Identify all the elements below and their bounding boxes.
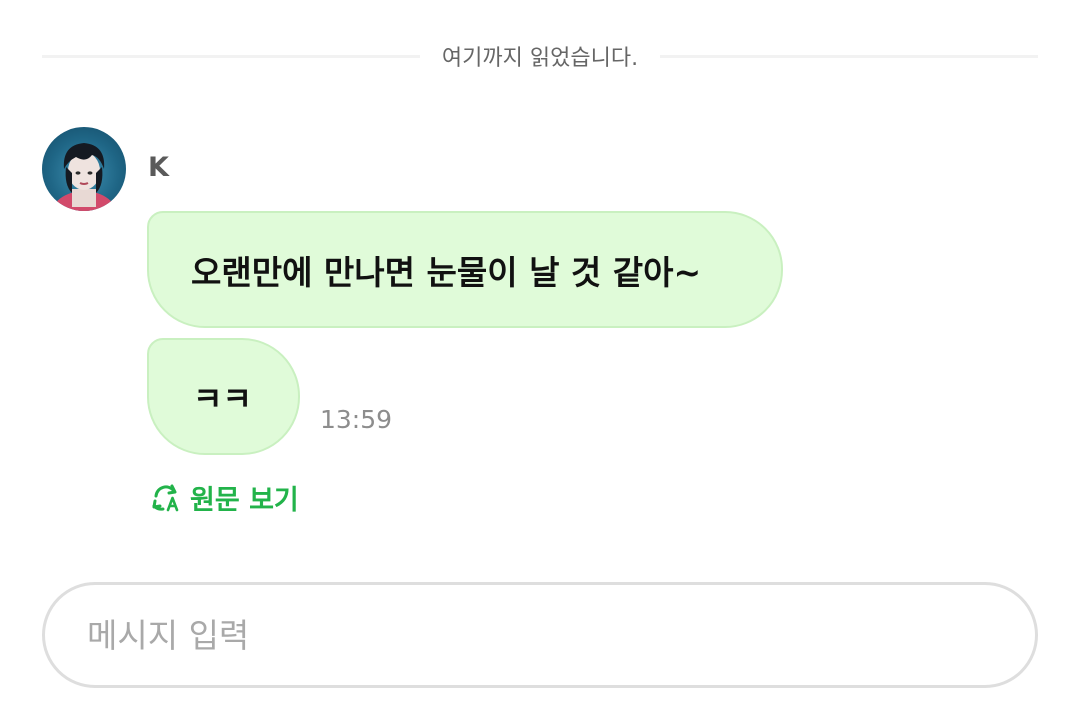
divider-line-left [42,54,420,58]
view-original-label: 원문 보기 [190,485,299,516]
avatar-photo-icon [50,143,118,211]
message-input[interactable] [85,614,989,656]
view-original-button[interactable]: 원문 보기 [150,478,299,517]
message-timestamp: 13:59 [320,405,393,434]
message-text: ㅋㅋ [193,379,252,418]
read-marker-divider: 여기까지 읽었습니다. [42,36,1038,76]
read-marker-label: 여기까지 읽었습니다. [441,46,639,71]
sender-avatar[interactable] [42,127,126,211]
message-bubble[interactable]: 오랜만에 만나면 눈물이 날 것 같아~ [147,211,783,328]
message-composer[interactable] [42,582,1038,688]
message-bubble[interactable]: ㅋㅋ [147,338,300,455]
chat-screen: 여기까지 읽었습니다. K 오랜만에 만나면 눈물이 날 것 같아~ ㅋㅋ 13… [0,0,1080,708]
message-text: 오랜만에 만나면 눈물이 날 것 같아~ [191,252,702,292]
translate-refresh-icon [152,484,179,511]
divider-line-right [660,54,1038,58]
sender-name: K [148,152,169,183]
